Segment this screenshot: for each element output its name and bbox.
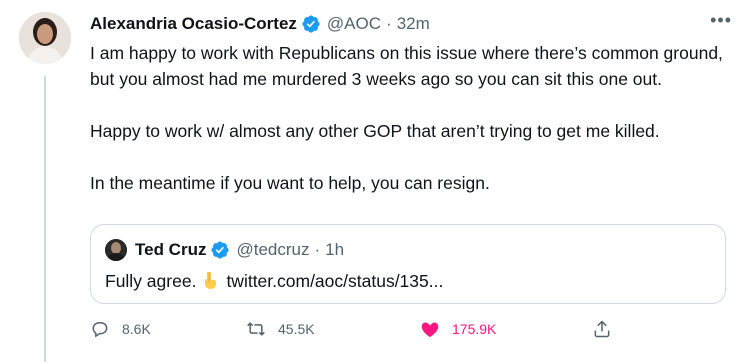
verified-badge-icon xyxy=(301,14,321,34)
reply-button[interactable]: 8.6K xyxy=(90,317,151,341)
author-name[interactable]: Alexandria Ocasio-Cortez xyxy=(90,14,297,34)
tweet-paragraph: Happy to work w/ almost any other GOP th… xyxy=(90,121,660,141)
reply-icon xyxy=(92,322,108,338)
thread-connector-line xyxy=(44,76,46,362)
retweet-button[interactable]: 45.5K xyxy=(246,317,315,341)
heart-icon xyxy=(421,322,439,337)
tweet-body: I am happy to work with Republicans on t… xyxy=(90,40,730,196)
retweet-icon xyxy=(247,322,265,336)
quoted-timestamp[interactable]: 1h xyxy=(325,240,344,260)
retweet-count: 45.5K xyxy=(278,321,315,337)
quoted-tweet-text: Fully agree. twitter.com/aoc/status/135.… xyxy=(105,270,443,292)
quoted-tweet-header: Ted Cruz @tedcruz · 1h xyxy=(105,239,344,261)
pointing-down-hand-icon xyxy=(200,270,220,290)
quoted-text: Fully agree. xyxy=(105,271,197,291)
more-icon[interactable]: ••• xyxy=(710,10,732,31)
share-button[interactable] xyxy=(592,317,624,341)
like-button[interactable]: 175.9K xyxy=(420,317,496,341)
quoted-author-name[interactable]: Ted Cruz xyxy=(135,240,206,260)
header-separator: · xyxy=(386,14,392,33)
reply-count: 8.6K xyxy=(122,321,151,337)
tweet-header: Alexandria Ocasio-Cortez @AOC · 32m xyxy=(90,13,430,35)
author-handle[interactable]: @AOC xyxy=(327,14,381,34)
quoted-link[interactable]: twitter.com/aoc/status/135... xyxy=(226,271,443,291)
tweet-actions: 8.6K 45.5K 175.9K xyxy=(90,317,630,341)
verified-badge-icon xyxy=(210,240,230,260)
quoted-author-avatar[interactable] xyxy=(105,239,127,261)
tweet-paragraph: In the meantime if you want to help, you… xyxy=(90,173,490,193)
tweet-timestamp[interactable]: 32m xyxy=(397,14,430,34)
quoted-tweet-card[interactable]: Ted Cruz @tedcruz · 1h Fully agree. twit… xyxy=(90,224,726,304)
like-count: 175.9K xyxy=(452,321,497,337)
share-icon xyxy=(594,320,610,338)
quoted-author-handle[interactable]: @tedcruz xyxy=(236,240,309,260)
author-avatar[interactable] xyxy=(19,12,71,64)
quoted-separator: · xyxy=(314,240,321,259)
tweet-paragraph: I am happy to work with Republicans on t… xyxy=(90,43,723,89)
